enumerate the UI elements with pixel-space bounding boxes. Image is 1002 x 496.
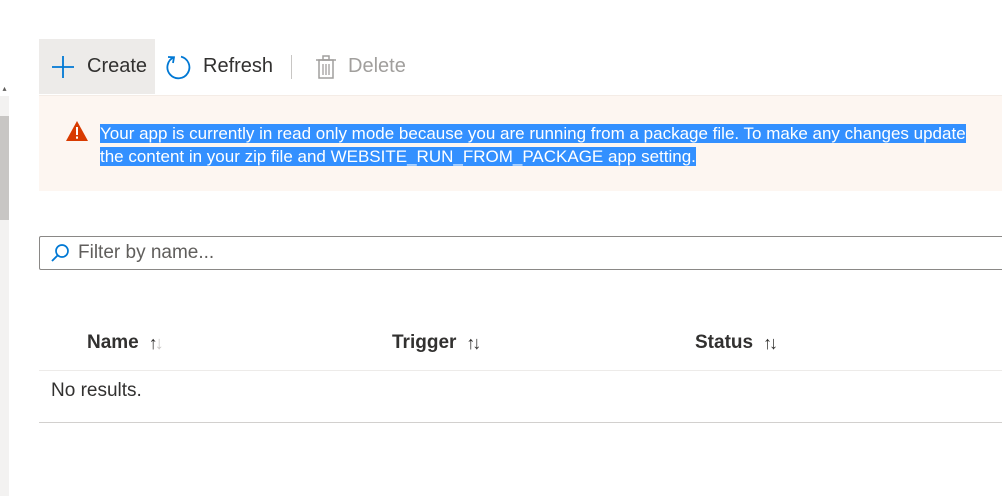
- filter-box[interactable]: [39, 236, 1002, 270]
- refresh-icon: [166, 55, 191, 79]
- delete-button[interactable]: Delete: [302, 39, 412, 94]
- scroll-up-arrow-icon[interactable]: ▴: [0, 84, 9, 94]
- search-icon: [51, 244, 69, 262]
- toolbar-divider: [291, 54, 292, 79]
- column-header-status[interactable]: Status ↑↓: [695, 332, 778, 354]
- sort-arrows-icon[interactable]: ↑↓: [149, 333, 164, 354]
- warning-icon: [66, 121, 88, 141]
- delete-label: Delete: [348, 55, 406, 77]
- column-name-label: Name: [87, 332, 139, 353]
- trash-icon: [316, 54, 336, 79]
- refresh-label: Refresh: [203, 55, 274, 77]
- command-bar: Create Refresh Delete: [39, 39, 1002, 94]
- vertical-scrollbar[interactable]: ▴: [0, 84, 9, 496]
- sort-arrows-icon[interactable]: ↑↓: [763, 333, 778, 354]
- column-status-label: Status: [695, 332, 754, 353]
- banner-message: Your app is currently in read only mode …: [100, 122, 970, 168]
- sort-arrows-icon[interactable]: ↑↓: [466, 333, 481, 354]
- functions-page: ▴ Create Refresh Delete Your app is curr…: [0, 0, 1002, 496]
- create-button[interactable]: Create: [39, 39, 155, 94]
- column-header-trigger[interactable]: Trigger ↑↓: [392, 332, 481, 354]
- no-results-text: No results.: [51, 380, 142, 401]
- read-only-warning-banner: Your app is currently in read only mode …: [39, 95, 1002, 191]
- banner-message-text: Your app is currently in read only mode …: [100, 124, 966, 166]
- column-header-name[interactable]: Name ↑↓: [87, 332, 164, 354]
- filter-input[interactable]: [78, 242, 878, 264]
- empty-results-row: No results.: [39, 371, 1002, 423]
- table-header: Name ↑↓ Trigger ↑↓ Status ↑↓: [39, 320, 1002, 371]
- create-label: Create: [87, 55, 148, 77]
- plus-icon: [52, 55, 74, 78]
- scrollbar-thumb[interactable]: [0, 116, 9, 220]
- column-trigger-label: Trigger: [392, 332, 457, 353]
- refresh-button[interactable]: Refresh: [155, 39, 283, 94]
